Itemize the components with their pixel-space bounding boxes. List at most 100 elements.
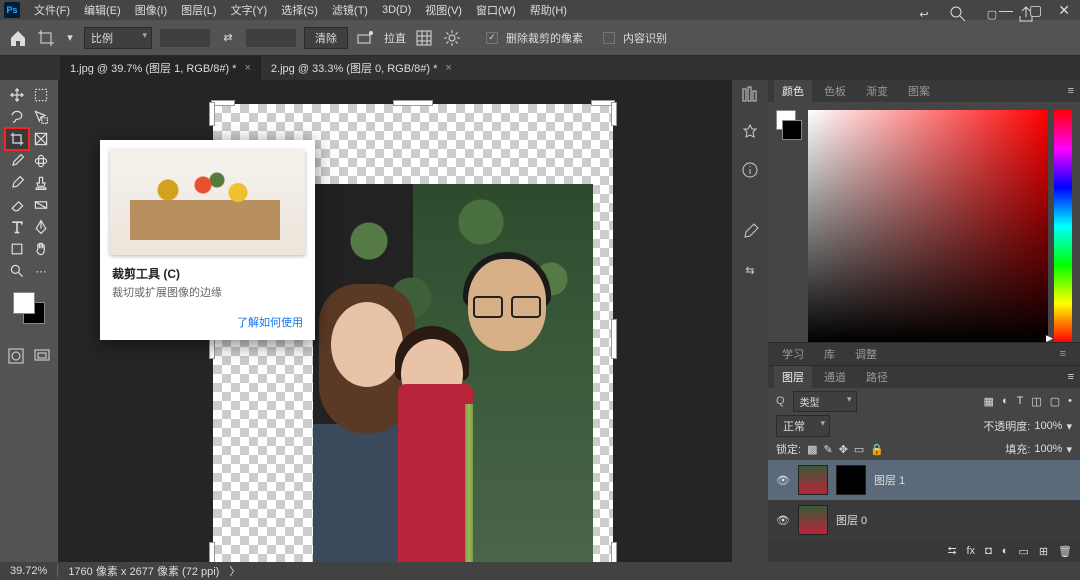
lock-artboard-icon[interactable]: ▭ — [854, 443, 864, 456]
swap-icon[interactable]: ⇄ — [218, 28, 238, 48]
chevron-down-icon[interactable]: ▾ — [1066, 443, 1072, 456]
panel-menu-icon[interactable]: ≡ — [1052, 345, 1074, 363]
gradient-tool[interactable] — [29, 194, 53, 216]
clear-button[interactable]: 清除 — [304, 27, 348, 49]
delete-cropped-checkbox[interactable]: ✓ — [486, 32, 498, 44]
reset-icon[interactable]: ↩ — [914, 4, 934, 24]
healing-tool[interactable] — [29, 150, 53, 172]
quickmask-icon[interactable] — [6, 346, 26, 366]
layer-name[interactable]: 图层 0 — [836, 512, 867, 528]
fill-value[interactable]: 100% — [1034, 443, 1062, 455]
tab-gradients[interactable]: 渐变 — [858, 80, 896, 102]
status-chevron-icon[interactable]: 〉 — [229, 563, 240, 579]
eraser-tool[interactable] — [5, 194, 29, 216]
menu-filter[interactable]: 滤镜(T) — [326, 0, 374, 20]
pen-tool[interactable] — [29, 216, 53, 238]
canvas-area[interactable]: 裁剪工具 (C) 裁切或扩展图像的边缘 了解如何使用 — [58, 80, 732, 562]
tab-learn[interactable]: 学习 — [774, 343, 812, 365]
tab-adjustments[interactable]: 调整 — [847, 343, 885, 365]
color-swatches[interactable] — [9, 292, 49, 332]
panel-menu-icon[interactable]: ≡ — [1068, 85, 1074, 97]
shape-tool[interactable] — [5, 238, 29, 260]
menu-help[interactable]: 帮助(H) — [524, 0, 573, 20]
window-close-icon[interactable]: ✕ — [1058, 3, 1070, 17]
group-icon[interactable]: ▭ — [1018, 545, 1028, 558]
menu-select[interactable]: 选择(S) — [275, 0, 324, 20]
delete-icon[interactable]: 🗑 — [1058, 545, 1072, 558]
filter-search-icon[interactable]: Q — [776, 395, 785, 407]
crop-handle[interactable] — [611, 542, 617, 562]
more-tool[interactable]: ⋯ — [29, 260, 53, 282]
document-tab[interactable]: 1.jpg @ 39.7% (图层 1, RGB/8#) * × — [60, 56, 261, 80]
document-tab[interactable]: 2.jpg @ 33.3% (图层 0, RGB/8#) * × — [261, 56, 462, 80]
blend-mode-select[interactable]: 正常 — [776, 415, 830, 437]
opacity-value[interactable]: 100% — [1034, 420, 1062, 432]
chevron-down-icon[interactable]: ▾ — [64, 28, 76, 48]
layer-thumbnail[interactable] — [798, 505, 828, 535]
tooltip-learn-link[interactable]: 了解如何使用 — [112, 314, 303, 330]
layer-thumbnail[interactable] — [798, 465, 828, 495]
tab-paths[interactable]: 路径 — [858, 366, 896, 388]
tab-patterns[interactable]: 图案 — [900, 80, 938, 102]
crop-handle[interactable] — [611, 319, 617, 359]
properties-icon[interactable] — [740, 122, 760, 142]
brush-tool[interactable] — [5, 172, 29, 194]
menu-type[interactable]: 文字(Y) — [225, 0, 274, 20]
frame-tool[interactable] — [29, 128, 53, 150]
crop-tool-icon[interactable] — [36, 28, 56, 48]
filter-smart-icon[interactable]: ▢ — [1050, 395, 1060, 408]
share-icon[interactable] — [1016, 4, 1036, 24]
new-layer-icon[interactable]: ⊞ — [1039, 545, 1048, 558]
tab-channels[interactable]: 通道 — [816, 366, 854, 388]
tab-libraries[interactable]: 库 — [816, 343, 843, 365]
link-layers-icon[interactable]: ⮀ — [948, 545, 957, 558]
visibility-icon[interactable]: 👁 — [776, 514, 790, 527]
fx-icon[interactable]: fx — [967, 545, 976, 557]
marquee-tool[interactable] — [29, 84, 53, 106]
zoom-status[interactable]: 39.72% — [10, 565, 58, 577]
crop-tool[interactable] — [5, 128, 29, 150]
home-icon[interactable] — [8, 28, 28, 48]
fg-color-swatch[interactable] — [13, 292, 35, 314]
filter-toggle-icon[interactable]: • — [1068, 395, 1072, 408]
layer-row[interactable]: 👁 图层 0 — [768, 500, 1080, 540]
picker-bg-swatch[interactable] — [782, 120, 802, 140]
content-aware-checkbox[interactable] — [603, 32, 615, 44]
menu-layer[interactable]: 图层(L) — [175, 0, 222, 20]
crop-height-input[interactable] — [246, 29, 296, 47]
crop-handle[interactable] — [611, 102, 617, 126]
lock-all-icon[interactable]: 🔒 — [870, 443, 884, 456]
layer-row[interactable]: 👁 图层 1 — [768, 460, 1080, 500]
crop-handle[interactable] — [209, 102, 215, 126]
history-icon[interactable] — [740, 84, 760, 104]
mask-icon[interactable]: ◘ — [985, 545, 992, 557]
tab-close-icon[interactable]: × — [244, 62, 250, 74]
saturation-field[interactable] — [808, 110, 1048, 342]
tab-close-icon[interactable]: × — [445, 62, 451, 74]
crop-width-input[interactable] — [160, 29, 210, 47]
quick-select-tool[interactable] — [29, 106, 53, 128]
screenmode-icon[interactable] — [32, 346, 52, 366]
menu-3d[interactable]: 3D(D) — [376, 2, 417, 18]
hand-tool[interactable] — [29, 238, 53, 260]
search-icon[interactable] — [948, 4, 968, 24]
menu-file[interactable]: 文件(F) — [28, 0, 76, 20]
chevron-down-icon[interactable]: ▾ — [1066, 420, 1072, 433]
tab-color[interactable]: 颜色 — [774, 80, 812, 102]
brush-panel-icon[interactable] — [740, 222, 760, 242]
crop-ratio-select[interactable]: 比例 — [84, 27, 152, 49]
tab-swatches[interactable]: 色板 — [816, 80, 854, 102]
filter-shape-icon[interactable]: ◫ — [1031, 395, 1041, 408]
lasso-tool[interactable] — [5, 106, 29, 128]
layer-filter-select[interactable]: 类型 — [793, 391, 857, 412]
straighten-icon[interactable] — [356, 28, 376, 48]
filter-pixel-icon[interactable]: ▦ — [984, 395, 994, 408]
crop-handle[interactable] — [209, 542, 215, 562]
type-tool[interactable] — [5, 216, 29, 238]
lock-pixels-icon[interactable]: ✎ — [823, 443, 832, 456]
stamp-tool[interactable] — [29, 172, 53, 194]
menu-image[interactable]: 图像(I) — [129, 0, 173, 20]
filter-type-icon[interactable]: T — [1017, 395, 1024, 408]
lock-position-icon[interactable]: ✥ — [839, 443, 848, 456]
lock-transparency-icon[interactable]: ▩ — [807, 443, 817, 456]
